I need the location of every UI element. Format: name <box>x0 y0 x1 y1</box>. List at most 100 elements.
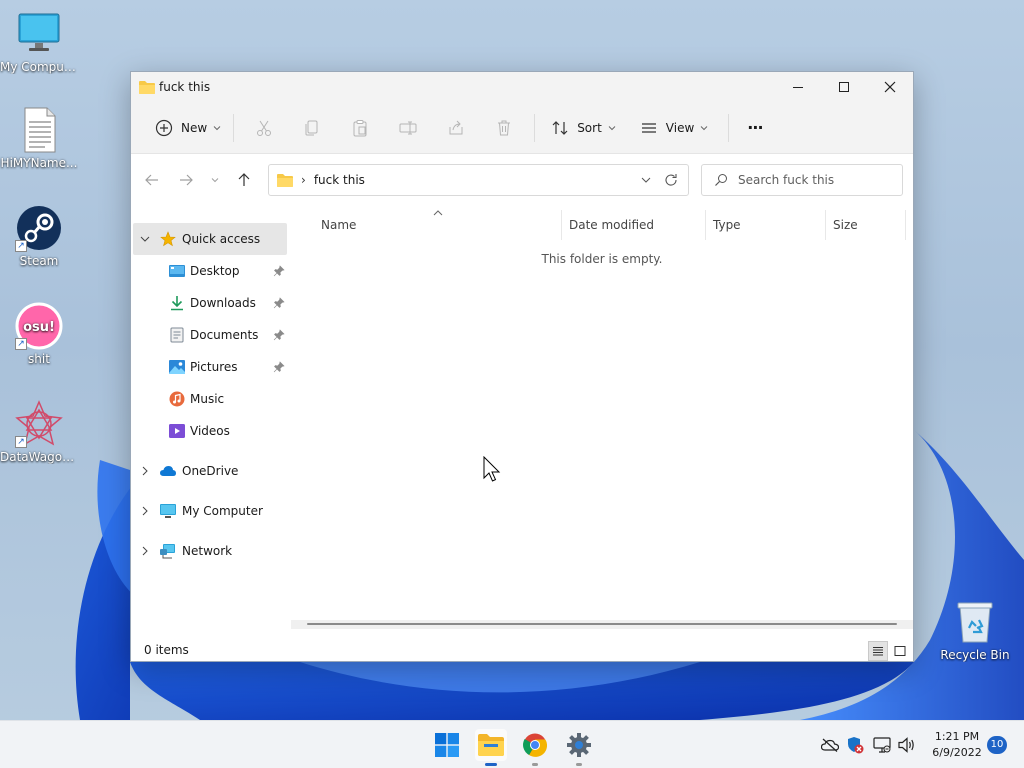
sidebar-item-pictures[interactable]: Pictures <box>131 351 289 383</box>
desktop-icon-datawagon[interactable]: ↗ DataWagon... <box>0 400 78 464</box>
scrollbar-thumb[interactable] <box>307 623 897 625</box>
sidebar-item-label: Quick access <box>182 232 261 246</box>
notification-badge[interactable]: 10 <box>987 736 1007 754</box>
sidebar-item-desktop[interactable]: Desktop <box>131 255 289 287</box>
arrow-left-icon <box>145 174 158 186</box>
chevron-down-icon[interactable] <box>640 174 652 186</box>
column-header-name[interactable]: Name <box>321 206 561 244</box>
sidebar-item-label: Videos <box>190 424 230 438</box>
monitor-icon <box>15 10 63 58</box>
recent-locations-button[interactable] <box>203 165 227 195</box>
paste-button[interactable] <box>336 112 384 144</box>
desktop-icon-text-file[interactable]: HiMYName... <box>0 106 78 170</box>
desktop-icon-recycle-bin[interactable]: Recycle Bin <box>936 598 1014 662</box>
sidebar-item-label: OneDrive <box>182 464 239 478</box>
address-bar[interactable]: › fuck this <box>268 164 689 196</box>
sidebar-item-music[interactable]: Music <box>131 383 289 415</box>
document-icon <box>170 327 184 343</box>
folder-icon <box>277 173 293 187</box>
chevron-down-icon[interactable] <box>139 233 151 245</box>
maximize-button[interactable] <box>821 72 867 102</box>
column-divider[interactable] <box>825 210 826 240</box>
horizontal-scrollbar[interactable] <box>291 620 913 629</box>
search-input[interactable]: Search fuck this <box>738 173 834 187</box>
file-list-pane[interactable]: Name Date modified Type Size This folder… <box>289 206 915 629</box>
pin-icon[interactable] <box>273 329 285 341</box>
copy-button[interactable] <box>288 112 336 144</box>
view-button[interactable]: View <box>622 112 714 144</box>
close-icon <box>884 81 896 93</box>
back-button[interactable] <box>135 165 169 195</box>
pin-icon[interactable] <box>273 361 285 373</box>
new-button[interactable]: New <box>149 112 227 144</box>
breadcrumb-separator[interactable]: › <box>301 173 306 187</box>
tray-security[interactable] <box>845 735 865 755</box>
sidebar-item-quick-access[interactable]: Quick access <box>133 223 287 255</box>
details-view-button[interactable] <box>868 641 888 661</box>
rename-button[interactable] <box>384 112 432 144</box>
column-header-type[interactable]: Type <box>713 206 823 244</box>
desktop-folder-icon <box>169 265 185 277</box>
toolbar-divider <box>233 113 235 142</box>
large-icons-view-button[interactable] <box>890 641 910 661</box>
sidebar-item-documents[interactable]: Documents <box>131 319 289 351</box>
settings-gear-icon <box>567 733 591 757</box>
column-divider[interactable] <box>905 210 906 240</box>
sort-button[interactable]: Sort <box>541 112 622 144</box>
desktop-icon-label: Steam <box>19 254 59 268</box>
desktop-icon-my-computer[interactable]: My Computer <box>0 10 78 74</box>
start-button[interactable] <box>431 729 463 761</box>
minimize-button[interactable] <box>775 72 821 102</box>
sidebar-item-network[interactable]: Network <box>131 535 289 567</box>
desktop-icon-steam[interactable]: ↗ Steam <box>0 204 78 268</box>
up-button[interactable] <box>227 165 261 195</box>
chevron-right-icon[interactable] <box>139 465 151 477</box>
sidebar-item-downloads[interactable]: Downloads <box>131 287 289 319</box>
taskbar: 1:21 PM 6/9/2022 10 <box>0 720 1024 768</box>
tray-onedrive-offline[interactable] <box>820 735 840 755</box>
breadcrumb-current-folder[interactable]: fuck this <box>314 173 365 187</box>
desktop-icon-osu[interactable]: osu! ↗ shit <box>0 302 78 366</box>
more-options-button[interactable]: ··· <box>735 112 768 144</box>
music-icon <box>169 391 185 407</box>
forward-button[interactable] <box>169 165 203 195</box>
chevron-right-icon[interactable] <box>139 545 151 557</box>
cloud-icon <box>160 466 176 476</box>
sort-icon <box>552 120 568 135</box>
tray-network[interactable] <box>872 735 892 755</box>
cut-button[interactable] <box>240 112 288 144</box>
column-header-date-modified[interactable]: Date modified <box>569 206 704 244</box>
sidebar-item-label: Downloads <box>190 296 256 310</box>
chrome-icon <box>523 733 547 757</box>
sidebar-item-onedrive[interactable]: OneDrive <box>131 455 289 487</box>
pin-icon[interactable] <box>273 265 285 277</box>
column-header-label: Type <box>713 218 741 232</box>
desktop-icon-label: HiMYName... <box>0 156 78 170</box>
running-app-indicator <box>532 763 538 766</box>
rename-icon <box>399 121 417 134</box>
close-button[interactable] <box>867 72 913 102</box>
taskbar-chrome[interactable] <box>519 729 551 766</box>
taskbar-file-explorer[interactable] <box>475 729 507 766</box>
column-divider[interactable] <box>705 210 706 240</box>
tray-volume[interactable] <box>897 735 917 755</box>
column-header-size[interactable]: Size <box>833 206 903 244</box>
sidebar-item-my-computer[interactable]: My Computer <box>131 495 289 527</box>
search-box[interactable]: Search fuck this <box>701 164 903 196</box>
desktop-icon-label: shit <box>28 352 50 366</box>
column-divider[interactable] <box>561 210 562 240</box>
window-title: fuck this <box>159 80 211 94</box>
chevron-right-icon[interactable] <box>139 505 151 517</box>
taskbar-clock[interactable]: 1:21 PM 6/9/2022 <box>924 729 990 761</box>
plus-circle-icon <box>155 119 173 136</box>
title-bar[interactable]: fuck this <box>131 72 913 102</box>
mouse-cursor-icon <box>483 456 501 482</box>
delete-button[interactable] <box>480 112 528 144</box>
taskbar-settings[interactable] <box>563 729 595 766</box>
refresh-icon[interactable] <box>664 173 678 187</box>
maximize-icon <box>839 82 849 92</box>
pin-icon[interactable] <box>273 297 285 309</box>
sidebar-item-videos[interactable]: Videos <box>131 415 289 447</box>
sidebar-item-label: Desktop <box>190 264 240 278</box>
share-button[interactable] <box>432 112 480 144</box>
